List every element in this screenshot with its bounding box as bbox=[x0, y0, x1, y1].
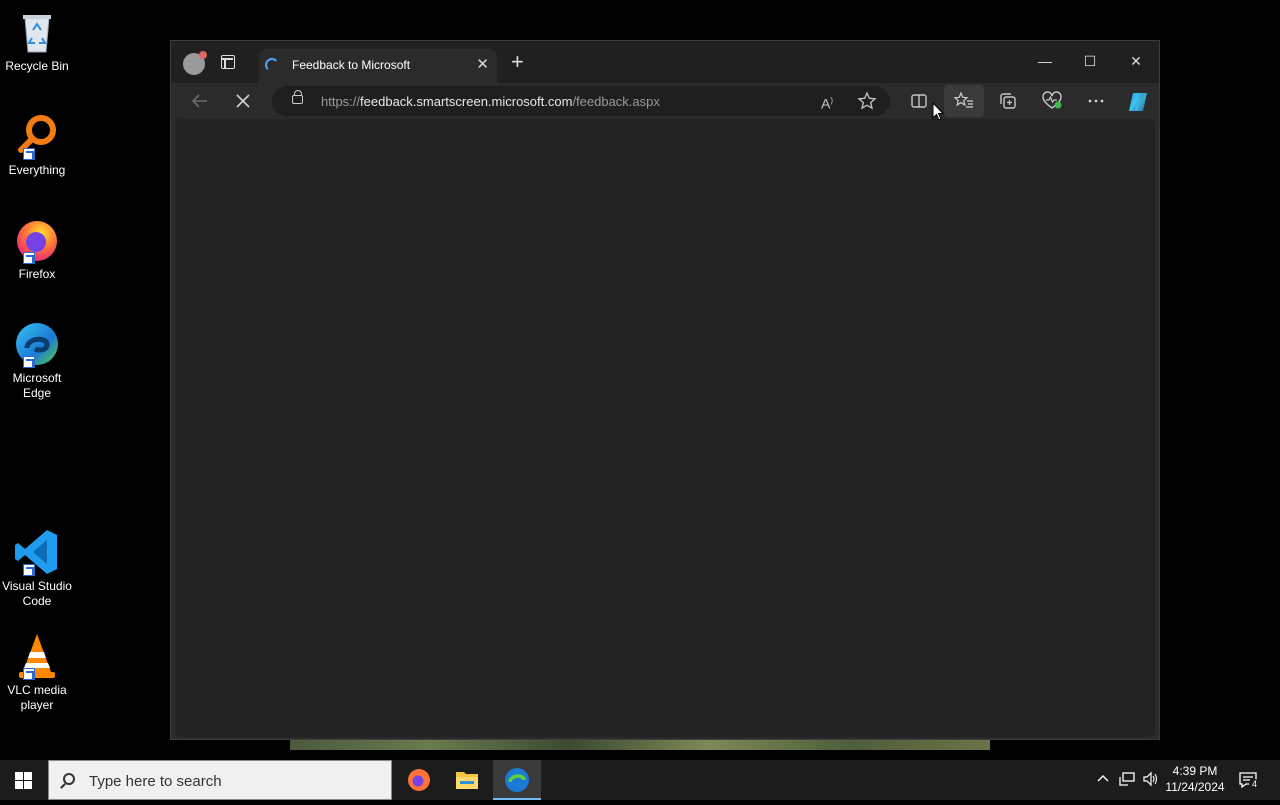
desktop-icon-vscode[interactable]: Visual Studio Code bbox=[0, 528, 74, 609]
start-button[interactable] bbox=[15, 772, 32, 789]
recycle-bin-icon bbox=[13, 8, 61, 56]
taskbar-search-box[interactable]: Type here to search bbox=[48, 760, 392, 800]
url-scheme: https:// bbox=[321, 94, 361, 109]
desktop-icon-microsoft-edge[interactable]: Microsoft Edge bbox=[0, 320, 74, 401]
url-text[interactable]: https://feedback.smartscreen.microsoft.c… bbox=[321, 94, 660, 109]
page-content-area[interactable] bbox=[175, 119, 1155, 737]
notification-center-icon[interactable]: 4 bbox=[1238, 770, 1260, 790]
split-screen-icon[interactable] bbox=[908, 90, 930, 112]
desktop-icon-label: Everything bbox=[8, 163, 66, 177]
back-icon[interactable] bbox=[189, 90, 211, 112]
desktop-icon-vlc[interactable]: VLC media player bbox=[0, 632, 74, 713]
more-icon[interactable] bbox=[1085, 90, 1107, 112]
shortcut-arrow-icon bbox=[23, 356, 35, 368]
collections-icon[interactable] bbox=[997, 90, 1019, 112]
taskbar-edge[interactable] bbox=[493, 760, 541, 800]
desktop-icon-label: Microsoft Edge bbox=[12, 371, 62, 400]
browser-toolbar: https://feedback.smartscreen.microsoft.c… bbox=[171, 83, 1159, 119]
vscode-icon bbox=[13, 528, 61, 576]
tab-feedback[interactable]: Feedback to Microsoft ✕ bbox=[259, 49, 497, 83]
clock-time: 4:39 PM bbox=[1172, 764, 1218, 778]
everything-icon bbox=[13, 112, 61, 160]
search-placeholder: Type here to search bbox=[89, 773, 222, 790]
system-clock[interactable]: 4:39 PM 11/24/2024 bbox=[1160, 763, 1230, 795]
loading-spinner-icon bbox=[265, 58, 279, 72]
desktop-icon-label: Firefox bbox=[18, 267, 56, 281]
desktop-icon-label: VLC media player bbox=[7, 683, 67, 712]
show-hidden-icons-chevron-icon[interactable] bbox=[1096, 771, 1110, 788]
edge-icon bbox=[13, 320, 61, 368]
close-window-button[interactable]: ✕ bbox=[1126, 51, 1146, 71]
minimize-button[interactable]: — bbox=[1035, 51, 1055, 71]
desktop-icon-firefox[interactable]: Firefox bbox=[0, 216, 74, 282]
taskbar-file-explorer[interactable] bbox=[443, 760, 491, 800]
desktop: Recycle Bin Everything Firefox Microsoft… bbox=[0, 0, 1280, 760]
desktop-icon-label: Visual Studio Code bbox=[2, 579, 72, 608]
vlc-icon bbox=[13, 632, 61, 680]
read-aloud-icon[interactable]: A) bbox=[816, 90, 838, 112]
network-icon[interactable] bbox=[1118, 771, 1136, 790]
copilot-icon[interactable] bbox=[1126, 90, 1148, 112]
desktop-icon-recycle-bin[interactable]: Recycle Bin bbox=[0, 8, 74, 74]
tab-title: Feedback to Microsoft bbox=[292, 58, 411, 72]
stop-loading-icon[interactable] bbox=[232, 90, 254, 112]
new-tab-button[interactable]: + bbox=[511, 51, 524, 73]
taskbar-firefox[interactable] bbox=[395, 760, 443, 800]
address-bar[interactable]: https://feedback.smartscreen.microsoft.c… bbox=[272, 86, 890, 116]
search-icon bbox=[63, 773, 75, 785]
edge-browser-window[interactable]: Feedback to Microsoft ✕ + — ☐ ✕ https://… bbox=[170, 40, 1160, 740]
add-favorite-icon[interactable] bbox=[856, 90, 878, 112]
browser-essentials-icon[interactable] bbox=[1041, 90, 1063, 112]
shortcut-arrow-icon bbox=[23, 668, 35, 680]
desktop-icon-label: Recycle Bin bbox=[5, 59, 69, 73]
tab-actions-icon[interactable] bbox=[221, 55, 235, 69]
tab-close-button[interactable]: ✕ bbox=[476, 57, 489, 72]
lock-icon[interactable] bbox=[292, 90, 303, 104]
taskbar: Type here to search 4:39 PM 11/24/2024 4 bbox=[0, 760, 1280, 800]
profile-avatar[interactable] bbox=[183, 51, 207, 75]
notification-count-badge: 4 bbox=[1249, 779, 1260, 790]
shortcut-arrow-icon bbox=[23, 148, 35, 160]
maximize-button[interactable]: ☐ bbox=[1080, 51, 1100, 71]
desktop-icon-everything[interactable]: Everything bbox=[0, 112, 74, 178]
url-path: /feedback.aspx bbox=[572, 94, 660, 109]
clock-date: 11/24/2024 bbox=[1165, 780, 1225, 794]
url-host: feedback.smartscreen.microsoft.com bbox=[360, 94, 573, 109]
firefox-icon bbox=[13, 216, 61, 264]
title-bar[interactable]: Feedback to Microsoft ✕ + — ☐ ✕ bbox=[171, 41, 1159, 83]
shortcut-arrow-icon bbox=[23, 252, 35, 264]
shortcut-arrow-icon bbox=[23, 564, 35, 576]
volume-icon[interactable] bbox=[1142, 771, 1160, 790]
favorites-icon[interactable] bbox=[953, 90, 975, 112]
